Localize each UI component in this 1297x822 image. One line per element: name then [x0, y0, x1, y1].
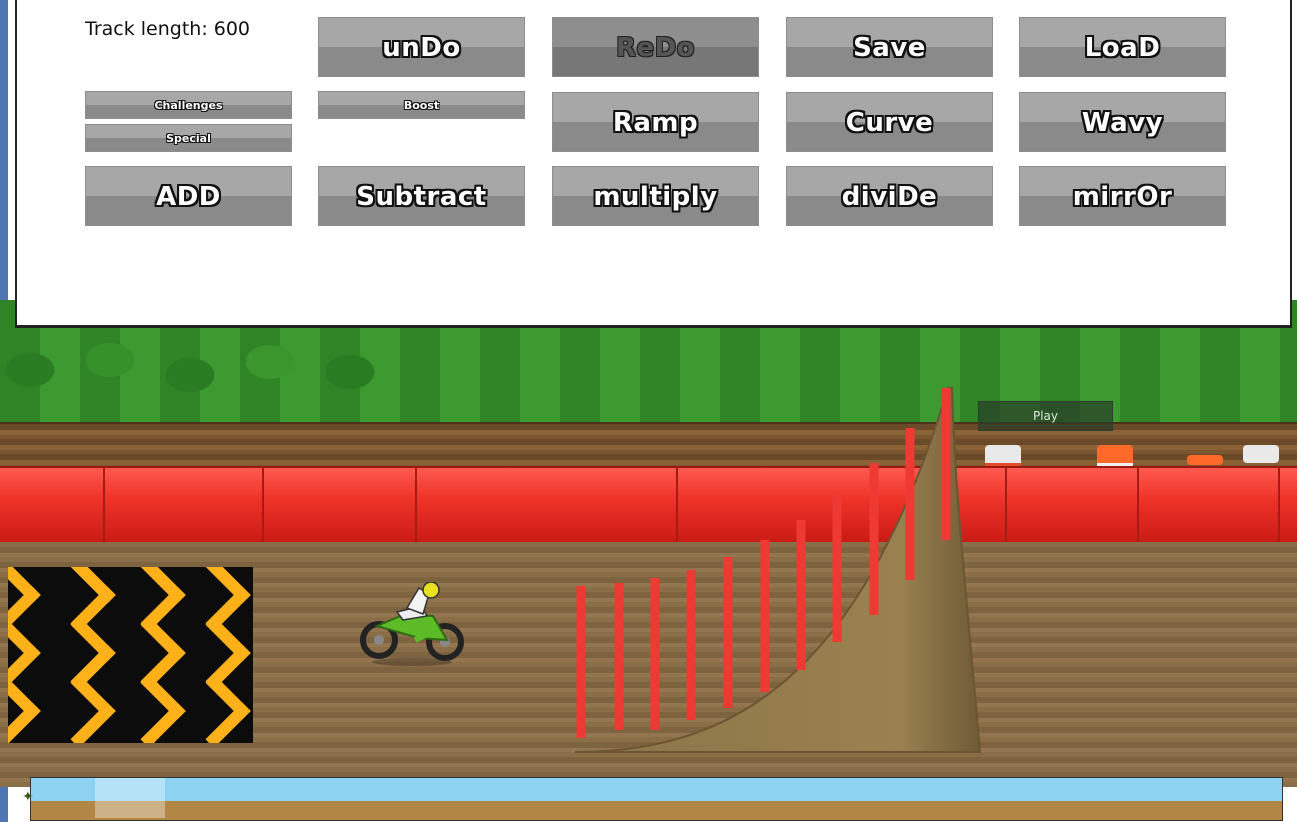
- chevron-icon: [8, 616, 41, 690]
- special-button[interactable]: Special: [85, 124, 292, 152]
- boost-pad[interactable]: [8, 567, 253, 743]
- boost-button[interactable]: Boost: [318, 91, 525, 119]
- tire-stack: [1187, 455, 1223, 465]
- tire-stack: [1243, 445, 1279, 463]
- wavy-button[interactable]: Wavy: [1019, 92, 1226, 152]
- minimap-viewport[interactable]: [95, 778, 165, 818]
- ramp-button[interactable]: Ramp: [552, 92, 759, 152]
- ramp-surface: [574, 387, 982, 753]
- multiply-button[interactable]: multiply: [552, 166, 759, 226]
- redo-button[interactable]: ReDo: [552, 17, 759, 77]
- track-length-label: Track length: 600: [85, 18, 251, 40]
- chevron-icon: [177, 674, 251, 743]
- challenges-button[interactable]: Challenges: [85, 91, 292, 119]
- load-button[interactable]: LoaD: [1019, 17, 1226, 77]
- chevron-icon: [8, 674, 41, 743]
- save-button[interactable]: Save: [786, 17, 993, 77]
- add-button[interactable]: ADD: [85, 166, 292, 226]
- start-flag-icon: ✦: [22, 789, 34, 805]
- divide-button[interactable]: diviDe: [786, 166, 993, 226]
- chevron-icon: [42, 674, 116, 743]
- undo-button[interactable]: unDo: [318, 17, 525, 77]
- chevron-icon: [112, 674, 186, 743]
- chevron-icon: [8, 567, 41, 632]
- curve-button[interactable]: Curve: [786, 92, 993, 152]
- subtract-button[interactable]: Subtract: [318, 166, 525, 226]
- mirror-button[interactable]: mirrOr: [1019, 166, 1226, 226]
- play-button[interactable]: Play: [978, 401, 1113, 431]
- track-minimap[interactable]: [30, 777, 1283, 821]
- dirt-bike-rider[interactable]: [357, 582, 467, 666]
- ramp[interactable]: [560, 380, 1000, 760]
